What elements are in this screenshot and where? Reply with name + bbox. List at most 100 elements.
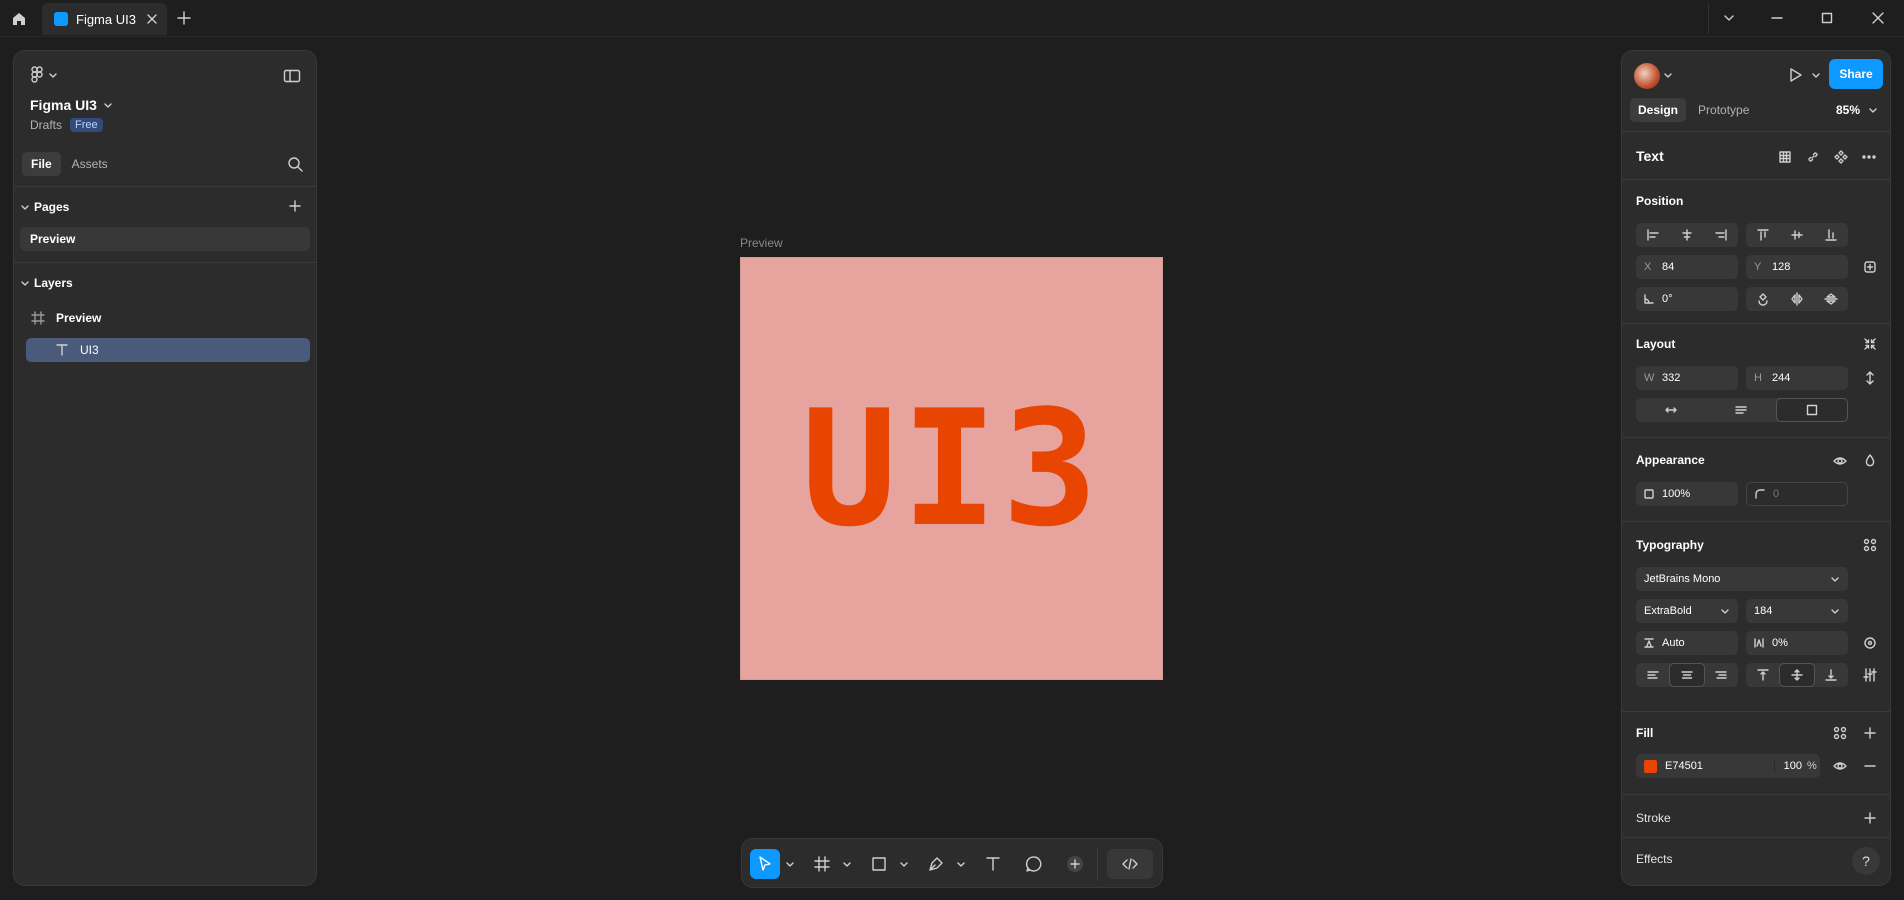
width-field[interactable]: W 332 <box>1636 366 1738 390</box>
main-menu-button[interactable] <box>30 66 58 84</box>
close-tab-icon[interactable] <box>144 11 160 27</box>
eye-icon[interactable] <box>1832 453 1848 469</box>
page-item-preview[interactable]: Preview <box>20 227 310 251</box>
auto-height-button[interactable] <box>1706 398 1776 422</box>
w-label: W <box>1644 372 1655 384</box>
minimize-icon[interactable] <box>1768 9 1786 27</box>
tab-design[interactable]: Design <box>1630 98 1687 122</box>
chevron-down-icon[interactable] <box>842 859 852 869</box>
text-align-left-button[interactable] <box>1636 663 1669 687</box>
x-position-field[interactable]: X 84 <box>1636 255 1738 279</box>
chevron-down-icon[interactable] <box>1810 69 1826 85</box>
text-icon <box>54 342 70 358</box>
constraints-icon[interactable] <box>1862 259 1878 275</box>
align-bottom-button[interactable] <box>1814 223 1848 247</box>
text-options-icon[interactable] <box>1862 667 1878 683</box>
rectangle-tool-button[interactable] <box>864 849 894 879</box>
layer-label: UI3 <box>80 343 99 357</box>
chevron-down-icon[interactable] <box>1720 9 1738 27</box>
text-styles-icon[interactable] <box>1862 537 1878 553</box>
maximize-icon[interactable] <box>1818 9 1836 27</box>
collapse-icon[interactable] <box>1862 336 1878 352</box>
avatar[interactable] <box>1634 63 1660 89</box>
home-icon[interactable] <box>8 8 30 30</box>
fill-styles-icon[interactable] <box>1832 725 1848 741</box>
letter-spacing-field[interactable]: 0% <box>1746 631 1848 655</box>
share-button[interactable]: Share <box>1829 59 1883 89</box>
align-center-h-button[interactable] <box>1670 223 1704 247</box>
text-align-middle-button[interactable] <box>1779 663 1815 687</box>
move-tool-button[interactable] <box>750 849 780 879</box>
add-stroke-icon[interactable] <box>1862 810 1878 826</box>
chevron-down-icon[interactable] <box>1662 69 1678 85</box>
align-left-button[interactable] <box>1636 223 1670 247</box>
link-icon[interactable] <box>1805 149 1821 165</box>
align-middle-button[interactable] <box>1780 223 1814 247</box>
layers-header[interactable]: Layers <box>20 276 73 290</box>
fixed-size-button[interactable] <box>1776 398 1848 422</box>
type-settings-icon[interactable] <box>1862 635 1878 651</box>
grid-icon[interactable] <box>1777 149 1793 165</box>
frame-tool-button[interactable] <box>807 849 837 879</box>
font-family-value: JetBrains Mono <box>1644 573 1721 585</box>
flip-vertical-button[interactable] <box>1814 287 1848 311</box>
pen-tool-button[interactable] <box>921 849 951 879</box>
frame-text-ui3[interactable]: UI3 <box>801 388 1102 549</box>
chevron-down-icon[interactable] <box>899 859 909 869</box>
line-height-field[interactable]: Auto <box>1636 631 1738 655</box>
close-window-icon[interactable] <box>1869 9 1887 27</box>
resize-to-fit-icon[interactable] <box>1862 370 1878 386</box>
text-tool-button[interactable] <box>978 849 1008 879</box>
sidebar-toggle-icon[interactable] <box>282 66 302 86</box>
dev-mode-toggle[interactable] <box>1107 849 1153 879</box>
new-tab-icon[interactable] <box>175 9 193 27</box>
chevron-down-icon <box>103 100 113 110</box>
comment-tool-button[interactable] <box>1019 849 1049 879</box>
actions-button[interactable] <box>1060 849 1090 879</box>
text-align-right-button[interactable] <box>1705 663 1738 687</box>
add-page-icon[interactable] <box>286 197 304 215</box>
tab-prototype[interactable]: Prototype <box>1690 98 1757 122</box>
tab-file[interactable]: File <box>22 152 61 176</box>
zoom-control[interactable]: 85% <box>1836 103 1878 117</box>
align-top-button[interactable] <box>1746 223 1780 247</box>
height-field[interactable]: H 244 <box>1746 366 1848 390</box>
rotation-field[interactable]: 0° <box>1636 287 1738 311</box>
flip-horizontal-button[interactable] <box>1780 287 1814 311</box>
drafts-label[interactable]: Drafts <box>30 118 62 132</box>
chevron-down-icon[interactable] <box>785 859 795 869</box>
present-button[interactable] <box>1784 64 1806 86</box>
align-right-button[interactable] <box>1704 223 1738 247</box>
blend-mode-icon[interactable] <box>1862 453 1878 469</box>
eye-icon[interactable] <box>1832 758 1848 774</box>
tab-assets[interactable]: Assets <box>63 152 117 176</box>
plan-badge: Free <box>70 118 103 132</box>
font-size-field[interactable]: 184 <box>1746 599 1848 623</box>
fill-color-field[interactable]: E74501 100 % <box>1636 754 1820 778</box>
font-family-select[interactable]: JetBrains Mono <box>1636 567 1848 591</box>
pages-header[interactable]: Pages <box>20 200 69 214</box>
file-tab[interactable]: Figma UI3 <box>42 3 167 35</box>
search-icon[interactable] <box>286 155 304 173</box>
component-icon[interactable] <box>1833 149 1849 165</box>
add-fill-icon[interactable] <box>1862 725 1878 741</box>
chevron-down-icon[interactable] <box>956 859 966 869</box>
more-icon[interactable] <box>1861 149 1877 165</box>
rotate-90-button[interactable] <box>1746 287 1780 311</box>
file-name[interactable]: Figma UI3 <box>30 97 113 113</box>
layer-ui3-text[interactable]: UI3 <box>26 338 310 362</box>
opacity-field[interactable]: 100% <box>1636 482 1738 506</box>
remove-fill-icon[interactable] <box>1862 758 1878 774</box>
fill-swatch[interactable] <box>1644 759 1657 773</box>
text-align-top-button[interactable] <box>1746 663 1779 687</box>
auto-width-button[interactable] <box>1636 398 1706 422</box>
frame-label[interactable]: Preview <box>740 236 783 250</box>
help-button[interactable]: ? <box>1852 847 1880 875</box>
text-align-bottom-button[interactable] <box>1815 663 1848 687</box>
layer-preview-frame[interactable]: Preview <box>30 306 310 330</box>
font-weight-select[interactable]: ExtraBold <box>1636 599 1738 623</box>
y-position-field[interactable]: Y 128 <box>1746 255 1848 279</box>
corner-radius-field[interactable]: 0 <box>1746 482 1848 506</box>
preview-frame[interactable]: UI3 <box>740 257 1163 680</box>
text-align-center-button[interactable] <box>1669 663 1705 687</box>
